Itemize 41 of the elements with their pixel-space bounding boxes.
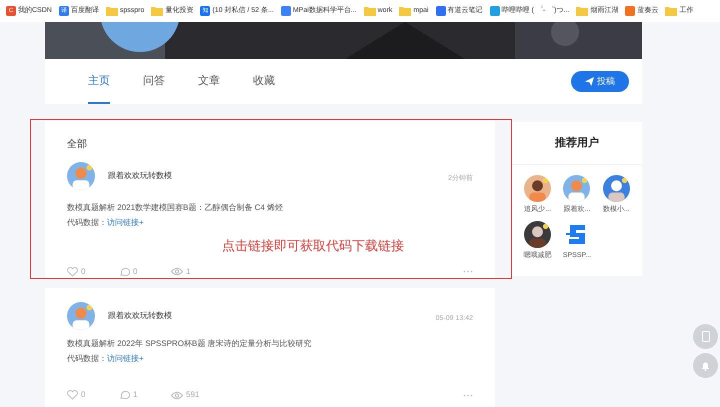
profile-tab[interactable]: 收藏: [253, 59, 275, 104]
folder-icon: [665, 6, 678, 16]
feedback-button[interactable]: [693, 353, 718, 378]
folder-icon: [106, 6, 118, 16]
view-count: 1: [186, 266, 190, 278]
more-icon[interactable]: [463, 270, 473, 273]
comment-count: 0: [133, 266, 138, 278]
profile-tab[interactable]: 文章: [198, 59, 220, 104]
post-title[interactable]: 数模真题解析 2021数学建模国赛B题：乙醇偶合制备 C4 烯烃: [67, 202, 473, 214]
eye-icon: [171, 390, 183, 400]
send-icon: [585, 77, 594, 86]
bell-icon: [701, 360, 710, 370]
comment-icon: [119, 266, 130, 276]
code-label: 代码数据：: [67, 353, 107, 365]
folder-icon: [151, 6, 164, 16]
like-count: 0: [81, 389, 86, 401]
like-count: 0: [81, 266, 86, 278]
more-icon[interactable]: [463, 394, 473, 396]
post-title[interactable]: 数模真题解析 2022年 SPSSPRO杯B题 唐宋诗的定量分析与比较研究: [67, 338, 473, 350]
profile-tab[interactable]: 主页: [88, 59, 110, 104]
code-label: 代码数据：: [67, 217, 107, 229]
view-count: 591: [186, 389, 200, 401]
heart-icon: [67, 390, 78, 400]
phone-button[interactable]: [693, 324, 718, 349]
post-button[interactable]: 投稿: [571, 71, 629, 92]
profile-tab[interactable]: 问答: [143, 59, 165, 104]
author-name[interactable]: 跟着欢欢玩转数模: [108, 310, 172, 322]
folder-icon: [576, 6, 588, 16]
heart-icon: [67, 266, 78, 276]
annotation-text: 点击链接即可获取代码下载链接: [222, 237, 405, 255]
visit-link[interactable]: 访问链接+: [107, 217, 144, 229]
visit-link[interactable]: 访问链接+: [107, 353, 144, 365]
phone-icon: [702, 331, 710, 342]
folder-icon: [399, 6, 412, 16]
panel-title: 推荐用户: [512, 135, 642, 164]
comment-count: 1: [133, 389, 138, 401]
folder-icon: [364, 6, 376, 16]
comment-icon: [119, 390, 130, 400]
eye-icon: [171, 267, 183, 276]
feed-heading: 全部: [67, 138, 88, 152]
author-name[interactable]: 跟着欢欢玩转数模: [108, 170, 172, 182]
